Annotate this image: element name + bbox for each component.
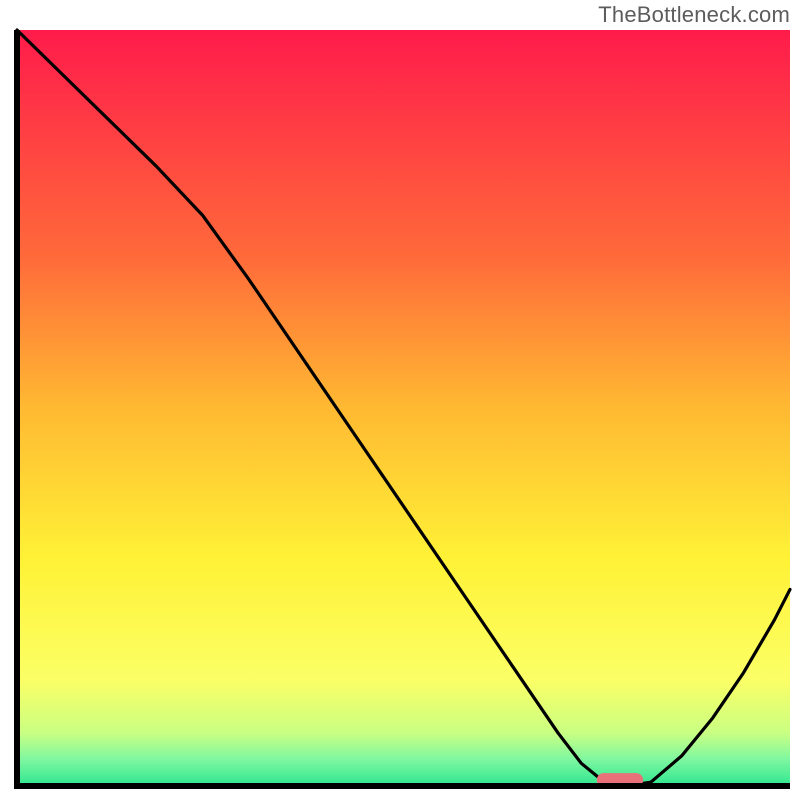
bottleneck-chart	[0, 0, 800, 800]
watermark-text: TheBottleneck.com	[598, 2, 790, 28]
